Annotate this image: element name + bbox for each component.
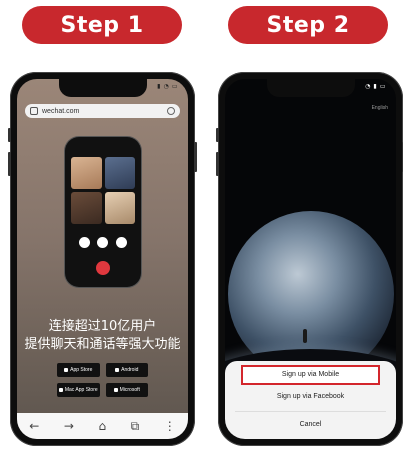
camera-icon [116,237,128,248]
android-icon [115,368,120,372]
address-bar[interactable]: wechat.com [25,104,180,118]
phone-notch [266,79,355,97]
apple-icon [58,388,63,392]
hang-up-icon [96,261,110,275]
status-bar-icons: ◔ ▮ ▭ [365,83,386,90]
lock-icon [30,107,38,115]
android-badge[interactable]: Android [105,363,148,377]
tabs-icon[interactable]: ⧉ [131,419,140,434]
app-store-badge[interactable]: App Store [57,363,100,377]
back-arrow-icon[interactable]: ← [29,419,39,433]
person-silhouette [303,329,307,343]
mic-icon [78,237,90,248]
step-1-badge: Step 1 [22,6,182,44]
signup-action-sheet: Sign up via Mobile Sign up via Facebook … [225,361,396,439]
call-participant-tile [71,157,102,189]
forward-arrow-icon[interactable]: → [64,419,74,433]
cancel-button[interactable]: Cancel [225,417,396,433]
call-participant-tile [104,192,135,224]
store-badges: App Store Android Mac App Store Microsof… [57,363,148,397]
status-bar-icons: ▮ ◔ ▭ [157,83,178,90]
browser-screen: ▮ ◔ ▭ wechat.com 连接超过10亿用户 提供聊天和通话等强大功能 … [17,79,188,439]
more-icon[interactable]: ⋮ [164,419,176,433]
microsoft-badge[interactable]: Microsoft [105,383,148,397]
browser-toolbar: ← → ⌂ ⧉ ⋮ [17,413,188,439]
phone-notch [58,79,147,97]
signup-facebook-button[interactable]: Sign up via Facebook [225,389,396,405]
windows-icon [113,388,118,392]
wechat-welcome-screen: ◔ ▮ ▭ English Sign up via Mobile Sign up… [225,79,396,439]
apple-icon [64,368,69,372]
divider [235,411,386,412]
headline-line-1: 连接超过10亿用户 [48,319,157,334]
headline-line-2: 提供聊天和通话等强大功能 [24,337,181,352]
language-link[interactable]: English [372,105,388,111]
url-text: wechat.com [42,107,80,115]
reload-icon[interactable] [167,107,175,115]
video-call-illustration [65,137,141,287]
call-participant-tile [71,192,102,224]
home-icon[interactable]: ⌂ [98,419,106,433]
call-participant-tile [104,157,135,189]
step-2-badge: Step 2 [228,6,388,44]
signup-mobile-button[interactable]: Sign up via Mobile [241,365,380,385]
speaker-icon [97,237,109,248]
phone-mockup-step-2: ◔ ▮ ▭ English Sign up via Mobile Sign up… [216,72,403,446]
mac-app-store-badge[interactable]: Mac App Store [57,383,100,397]
phone-mockup-step-1: ▮ ◔ ▭ wechat.com 连接超过10亿用户 提供聊天和通话等强大功能 … [8,72,197,446]
